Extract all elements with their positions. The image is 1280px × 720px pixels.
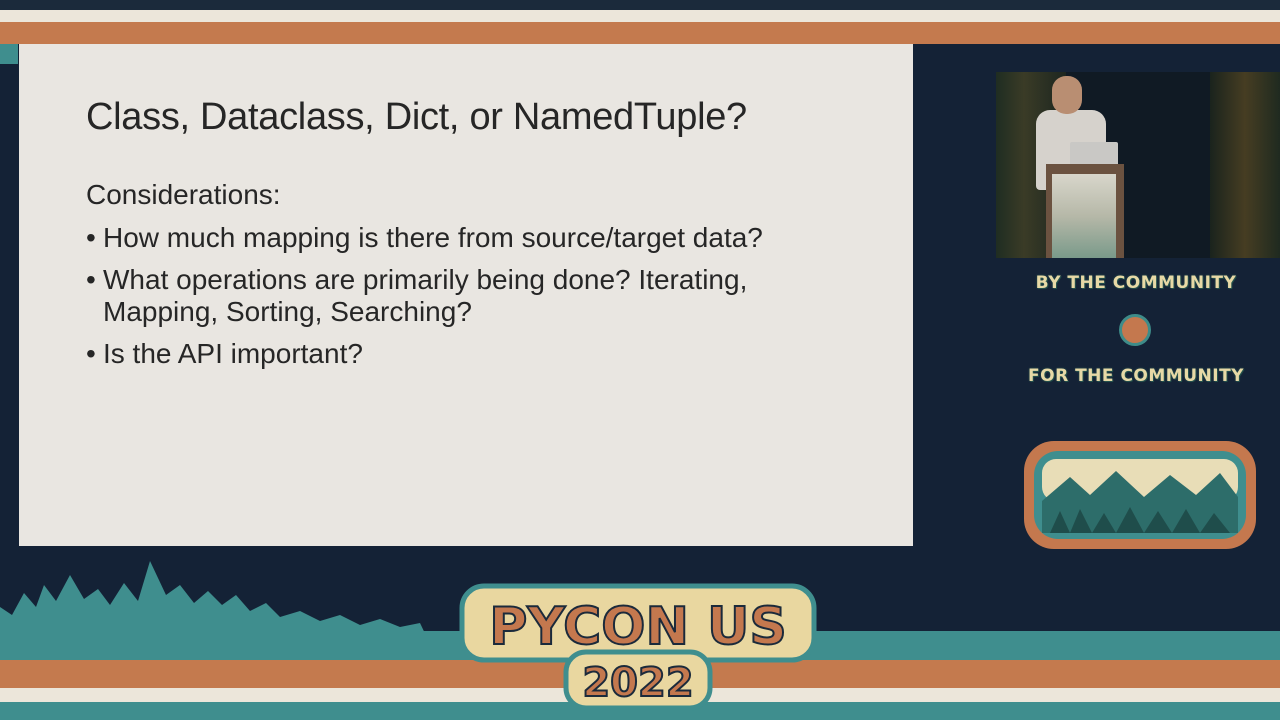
speaker-video [996, 72, 1280, 258]
bullet-text-continued: Mapping, Sorting, Searching? [103, 296, 472, 327]
bullet-dot: • [86, 338, 96, 369]
tagline-for-the-community: FOR THE COMMUNITY [1028, 366, 1244, 386]
top-border-dark [0, 0, 1280, 10]
top-border-light [0, 10, 1280, 22]
slide-subheading: Considerations: [86, 179, 281, 210]
bullet-text: Is the API important? [103, 338, 363, 369]
bullet-dot: • [86, 222, 96, 253]
speaker-head [1052, 76, 1082, 114]
logo-event-name: PYCON US [489, 597, 787, 657]
slide-title: Class, Dataclass, Dict, or NamedTuple? [86, 96, 747, 138]
laptop [1070, 142, 1118, 166]
tagline-by-the-community: BY THE COMMUNITY [1035, 273, 1237, 293]
bullet-list: • How much mapping is there from source/… [86, 222, 866, 380]
podium-poster [1052, 174, 1116, 258]
left-accent-teal [0, 44, 18, 64]
pycon-us-logo: PYCON US 2022 [459, 583, 817, 711]
bullet-item: • How much mapping is there from source/… [86, 222, 866, 254]
bullet-text: How much mapping is there from source/ta… [103, 222, 763, 253]
top-border-orange [0, 22, 1280, 44]
slide-panel: Class, Dataclass, Dict, or NamedTuple? C… [19, 44, 913, 546]
community-dot [1119, 314, 1151, 346]
bullet-item: • What operations are primarily being do… [86, 264, 866, 328]
stage-curtain-right [1210, 72, 1280, 258]
logo-event-year: 2022 [582, 660, 693, 706]
salt-lake-city-logo [1024, 441, 1256, 549]
bullet-text: What operations are primarily being done… [103, 264, 748, 295]
bullet-item: • Is the API important? [86, 338, 866, 370]
bullet-dot: • [86, 264, 96, 295]
